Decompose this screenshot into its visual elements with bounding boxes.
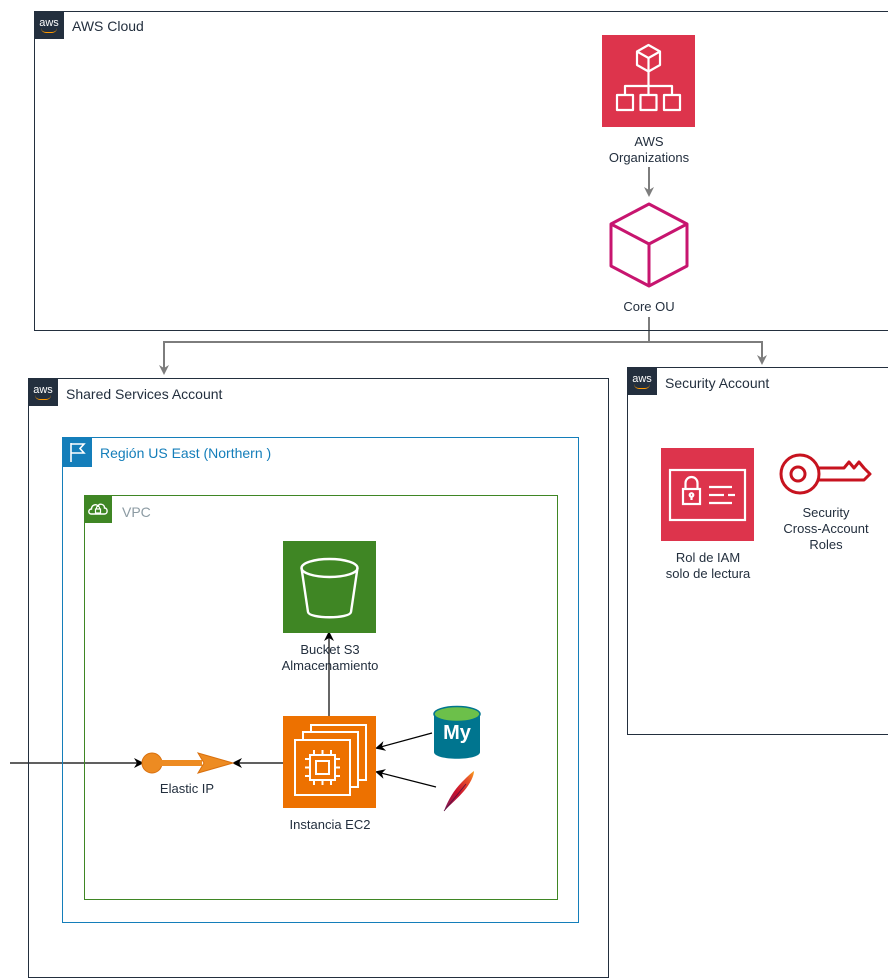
ec2-label: Instancia EC2 — [289, 817, 371, 832]
elastic-ip-label: Elastic IP — [159, 781, 215, 796]
aws-logo-icon: aws — [34, 11, 64, 39]
ec2-instance-node[interactable] — [283, 716, 376, 808]
core-ou-label: Core OU — [623, 299, 675, 314]
organizations-label: AWS Organizations — [608, 134, 690, 165]
s3-bucket-node[interactable] — [283, 541, 376, 633]
cube-icon — [609, 202, 689, 288]
region-label: Región US East (Northern ) — [100, 445, 272, 461]
aws-organizations-node[interactable] — [602, 35, 695, 127]
aws-cloud-group: aws AWS Cloud — [34, 11, 888, 331]
bucket-icon — [283, 541, 376, 633]
iam-role-label: Rol de IAM solo de lectura — [665, 550, 751, 581]
elastic-ip-icon — [141, 752, 235, 774]
aws-cloud-label: AWS Cloud — [72, 18, 144, 34]
aws-logo-icon: aws — [627, 367, 657, 395]
shared-services-label: Shared Services Account — [66, 386, 223, 402]
vpc-cloud-icon — [84, 495, 112, 523]
aws-logo-icon: aws — [28, 378, 58, 406]
edge-core-ou-security-account — [649, 341, 767, 365]
vpc-label: VPC — [122, 504, 151, 520]
s3-bucket-label: Bucket S3 Almacenamiento — [281, 642, 379, 673]
key-icon — [779, 453, 872, 495]
elastic-ip-node[interactable] — [140, 750, 235, 776]
iam-role-node[interactable] — [661, 448, 754, 541]
security-roles-label: Security Cross-Account Roles — [783, 505, 869, 552]
mysql-text: My — [443, 722, 471, 744]
security-account-label: Security Account — [665, 375, 770, 391]
apache-node[interactable] — [440, 770, 476, 812]
core-ou-node[interactable] — [606, 200, 692, 290]
security-roles-node[interactable] — [778, 450, 874, 498]
apache-feather-icon — [443, 771, 474, 812]
flag-icon — [62, 437, 92, 467]
id-card-lock-icon — [661, 448, 754, 541]
organizations-icon — [602, 35, 695, 127]
mysql-node[interactable]: My — [432, 705, 482, 761]
ec2-chip-icon — [283, 716, 376, 808]
